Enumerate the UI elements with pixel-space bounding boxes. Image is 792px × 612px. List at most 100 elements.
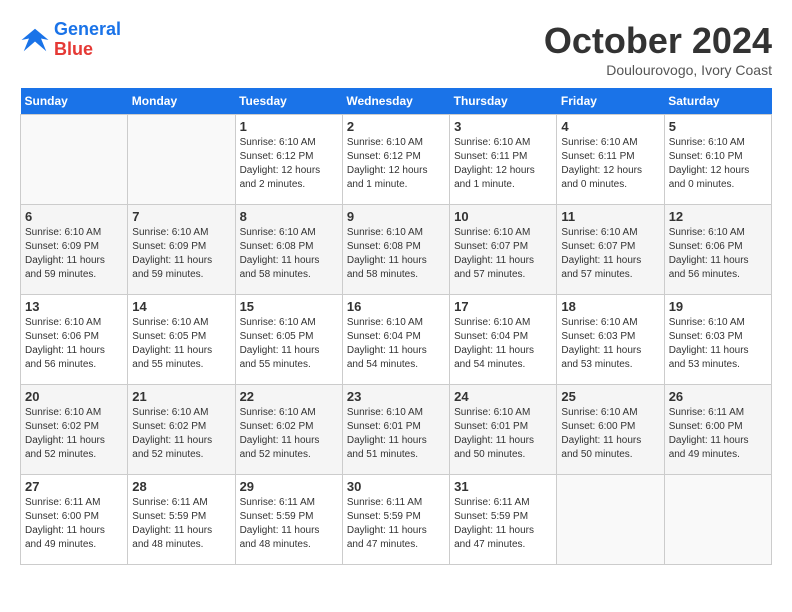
day-info: Sunrise: 6:10 AM Sunset: 6:11 PM Dayligh… [561,136,659,192]
day-number: 24 [454,389,552,404]
calendar-cell: 6Sunrise: 6:10 AM Sunset: 6:09 PM Daylig… [21,205,128,295]
day-number: 2 [347,119,445,134]
day-number: 29 [240,479,338,494]
day-info: Sunrise: 6:10 AM Sunset: 6:05 PM Dayligh… [132,316,230,372]
location: Doulourovogo, Ivory Coast [544,62,772,78]
calendar-cell: 17Sunrise: 6:10 AM Sunset: 6:04 PM Dayli… [450,295,557,385]
calendar-cell: 4 Sunrise: 6:10 AM Sunset: 6:11 PM Daylig… [557,115,664,205]
calendar-cell [128,115,235,205]
logo-text: General Blue [54,20,121,60]
calendar-cell: 9 Sunrise: 6:10 AM Sunset: 6:08 PM Daylig… [342,205,449,295]
calendar-cell: 21 Sunrise: 6:10 AM Sunset: 6:02 PM Dayli… [128,385,235,475]
day-number: 12 [669,209,767,224]
calendar-cell: 5 Sunrise: 6:10 AM Sunset: 6:10 PM Daylig… [664,115,771,205]
day-info: Sunrise: 6:11 AM Sunset: 5:59 PM Dayligh… [347,496,445,552]
calendar-cell: 19 Sunrise: 6:10 AM Sunset: 6:03 PM Dayli… [664,295,771,385]
day-info: Sunrise: 6:10 AM Sunset: 6:02 PM Dayligh… [25,406,123,462]
day-number: 15 [240,299,338,314]
day-number: 19 [669,299,767,314]
logo: General Blue [20,20,121,60]
calendar-cell: 23Sunrise: 6:10 AM Sunset: 6:01 PM Dayli… [342,385,449,475]
calendar-cell: 22 Sunrise: 6:10 AM Sunset: 6:02 PM Dayli… [235,385,342,475]
calendar-cell: 27 Sunrise: 6:11 AM Sunset: 6:00 PM Dayli… [21,475,128,565]
day-number: 27 [25,479,123,494]
day-info: Sunrise: 6:10 AM Sunset: 6:04 PM Dayligh… [454,316,552,372]
day-info: Sunrise: 6:10 AM Sunset: 6:01 PM Dayligh… [347,406,445,462]
day-number: 4 [561,119,659,134]
weekday-friday: Friday [557,88,664,115]
day-number: 20 [25,389,123,404]
calendar-cell: 8 Sunrise: 6:10 AM Sunset: 6:08 PM Daylig… [235,205,342,295]
day-info: Sunrise: 6:11 AM Sunset: 6:00 PM Dayligh… [25,496,123,552]
page-header: General Blue October 2024 Doulourovogo, … [20,20,772,78]
calendar-cell: 15Sunrise: 6:10 AM Sunset: 6:05 PM Dayli… [235,295,342,385]
day-info: Sunrise: 6:10 AM Sunset: 6:08 PM Dayligh… [240,226,338,282]
day-info: Sunrise: 6:10 AM Sunset: 6:10 PM Dayligh… [669,136,767,192]
calendar-week-5: 27 Sunrise: 6:11 AM Sunset: 6:00 PM Dayli… [21,475,772,565]
day-info: Sunrise: 6:10 AM Sunset: 6:03 PM Dayligh… [669,316,767,372]
calendar-cell: 16 Sunrise: 6:10 AM Sunset: 6:04 PM Dayli… [342,295,449,385]
title-block: October 2024 Doulourovogo, Ivory Coast [544,20,772,78]
weekday-tuesday: Tuesday [235,88,342,115]
calendar-cell: 29 Sunrise: 6:11 AM Sunset: 5:59 PM Dayli… [235,475,342,565]
day-info: Sunrise: 6:11 AM Sunset: 5:59 PM Dayligh… [240,496,338,552]
day-number: 5 [669,119,767,134]
day-info: Sunrise: 6:10 AM Sunset: 6:02 PM Dayligh… [240,406,338,462]
calendar-cell: 25 Sunrise: 6:10 AM Sunset: 6:00 PM Dayli… [557,385,664,475]
day-info: Sunrise: 6:10 AM Sunset: 6:09 PM Dayligh… [25,226,123,282]
calendar-cell [557,475,664,565]
calendar-cell: 14 Sunrise: 6:10 AM Sunset: 6:05 PM Dayli… [128,295,235,385]
calendar-week-4: 20 Sunrise: 6:10 AM Sunset: 6:02 PM Dayli… [21,385,772,475]
weekday-thursday: Thursday [450,88,557,115]
day-info: Sunrise: 6:10 AM Sunset: 6:08 PM Dayligh… [347,226,445,282]
calendar-cell [21,115,128,205]
calendar-cell: 28Sunrise: 6:11 AM Sunset: 5:59 PM Dayli… [128,475,235,565]
day-info: Sunrise: 6:10 AM Sunset: 6:09 PM Dayligh… [132,226,230,282]
day-number: 14 [132,299,230,314]
calendar-week-1: 1Sunrise: 6:10 AM Sunset: 6:12 PM Daylig… [21,115,772,205]
day-info: Sunrise: 6:10 AM Sunset: 6:01 PM Dayligh… [454,406,552,462]
calendar-cell: 13 Sunrise: 6:10 AM Sunset: 6:06 PM Dayli… [21,295,128,385]
weekday-saturday: Saturday [664,88,771,115]
day-number: 10 [454,209,552,224]
weekday-sunday: Sunday [21,88,128,115]
calendar-cell: 10 Sunrise: 6:10 AM Sunset: 6:07 PM Dayli… [450,205,557,295]
day-number: 25 [561,389,659,404]
day-info: Sunrise: 6:10 AM Sunset: 6:07 PM Dayligh… [454,226,552,282]
day-number: 8 [240,209,338,224]
day-info: Sunrise: 6:10 AM Sunset: 6:07 PM Dayligh… [561,226,659,282]
day-number: 28 [132,479,230,494]
calendar-cell: 31Sunrise: 6:11 AM Sunset: 5:59 PM Dayli… [450,475,557,565]
day-number: 18 [561,299,659,314]
day-info: Sunrise: 6:10 AM Sunset: 6:06 PM Dayligh… [25,316,123,372]
day-info: Sunrise: 6:10 AM Sunset: 6:11 PM Dayligh… [454,136,552,192]
day-number: 7 [132,209,230,224]
day-number: 13 [25,299,123,314]
day-info: Sunrise: 6:10 AM Sunset: 6:06 PM Dayligh… [669,226,767,282]
weekday-header: SundayMondayTuesdayWednesdayThursdayFrid… [21,88,772,115]
day-number: 11 [561,209,659,224]
day-info: Sunrise: 6:10 AM Sunset: 6:02 PM Dayligh… [132,406,230,462]
calendar-cell: 26Sunrise: 6:11 AM Sunset: 6:00 PM Dayli… [664,385,771,475]
calendar-cell [664,475,771,565]
day-number: 9 [347,209,445,224]
calendar-table: SundayMondayTuesdayWednesdayThursdayFrid… [20,88,772,565]
weekday-wednesday: Wednesday [342,88,449,115]
calendar-body: 1Sunrise: 6:10 AM Sunset: 6:12 PM Daylig… [21,115,772,565]
day-info: Sunrise: 6:10 AM Sunset: 6:00 PM Dayligh… [561,406,659,462]
calendar-week-3: 13 Sunrise: 6:10 AM Sunset: 6:06 PM Dayli… [21,295,772,385]
day-number: 16 [347,299,445,314]
calendar-week-2: 6Sunrise: 6:10 AM Sunset: 6:09 PM Daylig… [21,205,772,295]
day-number: 22 [240,389,338,404]
calendar-cell: 24 Sunrise: 6:10 AM Sunset: 6:01 PM Dayli… [450,385,557,475]
day-info: Sunrise: 6:10 AM Sunset: 6:03 PM Dayligh… [561,316,659,372]
day-info: Sunrise: 6:10 AM Sunset: 6:04 PM Dayligh… [347,316,445,372]
calendar-cell: 20 Sunrise: 6:10 AM Sunset: 6:02 PM Dayli… [21,385,128,475]
day-number: 21 [132,389,230,404]
day-info: Sunrise: 6:11 AM Sunset: 5:59 PM Dayligh… [454,496,552,552]
calendar-cell: 18 Sunrise: 6:10 AM Sunset: 6:03 PM Dayli… [557,295,664,385]
calendar-cell: 2Sunrise: 6:10 AM Sunset: 6:12 PM Daylig… [342,115,449,205]
calendar-cell: 12 Sunrise: 6:10 AM Sunset: 6:06 PM Dayli… [664,205,771,295]
month-title: October 2024 [544,20,772,62]
logo-icon [20,25,50,55]
